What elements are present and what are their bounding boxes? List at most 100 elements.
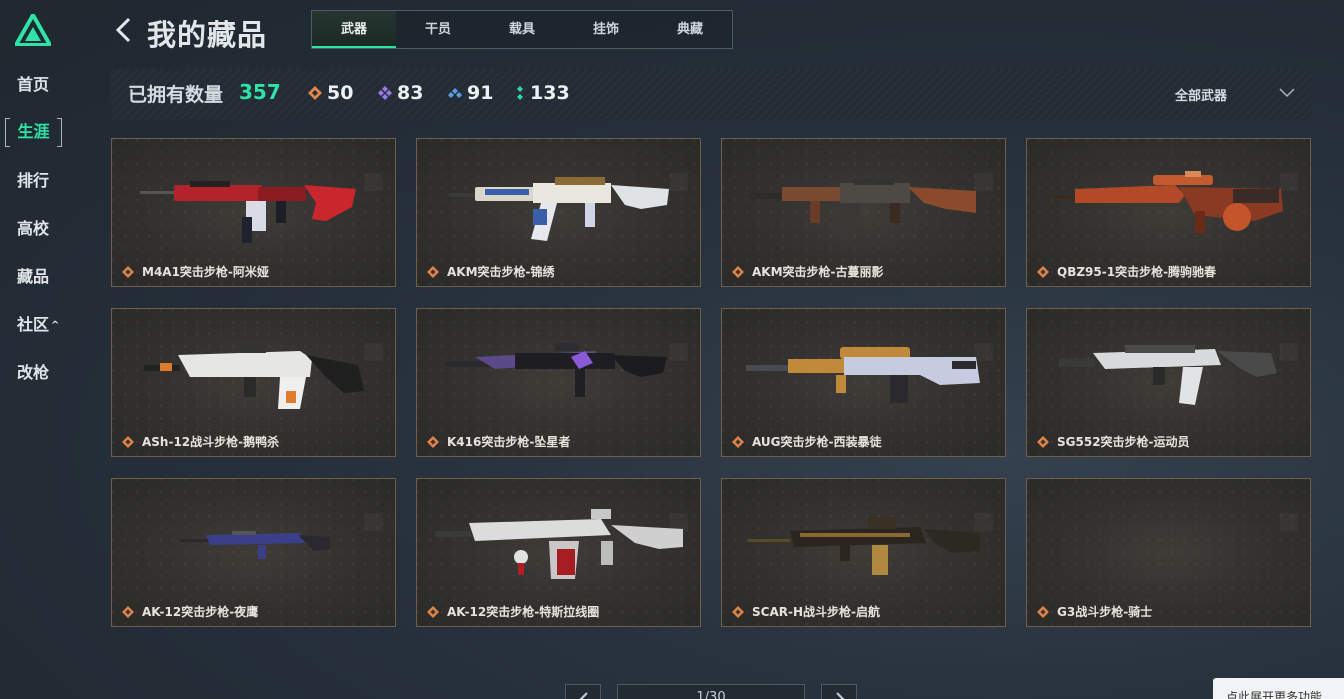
collection-card[interactable]: AK-12突击步枪-特斯拉线圈 [416, 478, 701, 627]
rarity-count: 50 [327, 82, 354, 104]
sidebar-item-college[interactable]: 高校 [17, 218, 49, 240]
orange-diamond-icon [1037, 605, 1049, 618]
orange-diamond-icon [122, 605, 134, 618]
tab-charms[interactable]: 挂饰 [564, 11, 648, 48]
next-page-button[interactable] [821, 684, 857, 699]
app-logo[interactable] [15, 14, 51, 46]
orange-diamond-icon [732, 265, 744, 278]
card-name: SG552突击步枪-运动员 [1057, 435, 1190, 449]
orange-diamond-icon [308, 86, 322, 100]
card-name: ASh-12战斗步枪-鹅鸭杀 [142, 435, 280, 449]
card-name: AK-12突击步枪-特斯拉线圈 [447, 605, 600, 619]
orange-diamond-icon [732, 605, 744, 618]
card-label: K416突击步枪-坠星者 [427, 433, 570, 450]
category-tabs: 武器 干员 载具 挂饰 典藏 [311, 10, 733, 49]
stats-bar: 已拥有数量 357 50 83 91 133 全部武器 [111, 69, 1311, 119]
weapon-g3-placeholder [1045, 509, 1295, 595]
card-name: M4A1突击步枪-阿米娅 [142, 265, 269, 279]
owned-count-total: 357 [239, 80, 281, 104]
orange-diamond-icon [122, 435, 134, 448]
collection-card[interactable]: QBZ95-1突击步枪-腾驹驰春 [1026, 138, 1311, 287]
page-indicator[interactable]: 1/30 [617, 684, 805, 699]
card-name: SCAR-H战斗步枪-启航 [752, 605, 880, 619]
sidebar-item-label: 高校 [17, 219, 50, 238]
weapon-ash12-image [144, 345, 364, 409]
rarity-count-blue: 91 [448, 82, 493, 104]
sidebar-item-career[interactable]: 生涯 [5, 118, 62, 147]
sidebar-item-label: 排行 [17, 171, 50, 190]
card-name: QBZ95-1突击步枪-腾驹驰春 [1057, 265, 1217, 279]
collection-card[interactable]: AKM突击步枪-古蔓丽影 [721, 138, 1006, 287]
chevron-down-icon[interactable] [1279, 86, 1295, 98]
more-features-tooltip[interactable]: 点此展开更多功能 [1213, 678, 1344, 699]
owned-count-label: 已拥有数量 [128, 84, 224, 106]
card-label: SG552突击步枪-运动员 [1037, 433, 1190, 450]
collection-card[interactable]: SG552突击步枪-运动员 [1026, 308, 1311, 457]
sidebar-item-gunsmith[interactable]: 改枪 [17, 362, 49, 384]
rarity-count-purple: 83 [378, 82, 423, 104]
sidebar-item-label: 社区 [17, 315, 50, 334]
sidebar-item-ranking[interactable]: 排行 [17, 170, 49, 192]
orange-diamond-icon [427, 435, 439, 448]
collection-card[interactable]: AKM突击步枪-锦绣 [416, 138, 701, 287]
sidebar-item-home[interactable]: 首页 [17, 74, 49, 96]
rarity-count: 133 [530, 82, 570, 104]
collection-card[interactable]: AK-12突击步枪-夜鹰 [111, 478, 396, 627]
sidebar-item-community[interactable]: 社区 ^ [17, 314, 59, 337]
purple-diamond-icon [378, 86, 392, 100]
sidebar-item-label: 首页 [17, 75, 50, 94]
collection-card[interactable]: ASh-12战斗步枪-鹅鸭杀 [111, 308, 396, 457]
orange-diamond-icon [427, 265, 439, 278]
card-name: AKM突击步枪-古蔓丽影 [752, 265, 884, 279]
prev-page-button[interactable] [565, 684, 601, 699]
page-title: 我的藏品 [147, 18, 268, 52]
orange-diamond-icon [1037, 435, 1049, 448]
orange-diamond-icon [122, 265, 134, 278]
tab-vehicles[interactable]: 载具 [480, 11, 564, 48]
card-label: AKM突击步枪-锦绣 [427, 263, 555, 280]
weapon-ak12-image [435, 509, 683, 579]
card-label: AUG突击步枪-西装暴徒 [732, 433, 882, 450]
card-label: AK-12突击步枪-夜鹰 [122, 603, 258, 620]
tab-collector[interactable]: 典藏 [648, 11, 732, 48]
rarity-count-orange: 50 [308, 82, 353, 104]
rarity-count: 83 [397, 82, 424, 104]
card-label: SCAR-H战斗步枪-启航 [732, 603, 880, 620]
weapon-filter-dropdown[interactable]: 全部武器 [1175, 85, 1227, 104]
collection-card[interactable]: M4A1突击步枪-阿米娅 [111, 138, 396, 287]
green-diamond-icon [517, 86, 523, 100]
weapon-k416-image [445, 343, 667, 397]
weapon-m4a1-image [140, 181, 356, 243]
card-label: AK-12突击步枪-特斯拉线圈 [427, 603, 599, 620]
caret-up-icon: ^ [51, 320, 60, 331]
card-name: AK-12突击步枪-夜鹰 [142, 605, 259, 619]
back-arrow-icon[interactable] [112, 16, 134, 44]
tab-weapons[interactable]: 武器 [312, 11, 396, 48]
card-name: AKM突击步枪-锦绣 [447, 265, 555, 279]
blue-diamond-icon [448, 88, 462, 98]
card-name: K416突击步枪-坠星者 [447, 435, 571, 449]
orange-diamond-icon [427, 605, 439, 618]
weapon-sg552-image [1059, 345, 1277, 405]
card-name: G3战斗步枪-骑士 [1057, 605, 1153, 619]
orange-diamond-icon [732, 435, 744, 448]
card-label: QBZ95-1突击步枪-腾驹驰春 [1037, 263, 1216, 280]
sidebar-item-label: 改枪 [17, 363, 50, 382]
card-label: G3战斗步枪-骑士 [1037, 603, 1152, 620]
weapon-qbz95-image [1053, 171, 1283, 233]
chevron-left-icon [579, 692, 588, 699]
sidebar-item-label: 藏品 [17, 267, 50, 286]
collection-card[interactable]: G3战斗步枪-骑士 [1026, 478, 1311, 627]
tab-operators[interactable]: 干员 [396, 11, 480, 48]
rarity-count-green: 133 [515, 82, 570, 104]
weapon-aug-image [746, 347, 980, 403]
collection-card[interactable]: AUG突击步枪-西装暴徒 [721, 308, 1006, 457]
collection-card[interactable]: SCAR-H战斗步枪-启航 [721, 478, 1006, 627]
sidebar-item-collection[interactable]: 藏品 [17, 266, 49, 288]
orange-diamond-icon [1037, 265, 1049, 278]
collection-card[interactable]: K416突击步枪-坠星者 [416, 308, 701, 457]
weapon-akm-image [750, 179, 976, 241]
weapon-akm-image [449, 177, 669, 241]
card-label: AKM突击步枪-古蔓丽影 [732, 263, 884, 280]
weapon-ak12-image [180, 531, 330, 559]
